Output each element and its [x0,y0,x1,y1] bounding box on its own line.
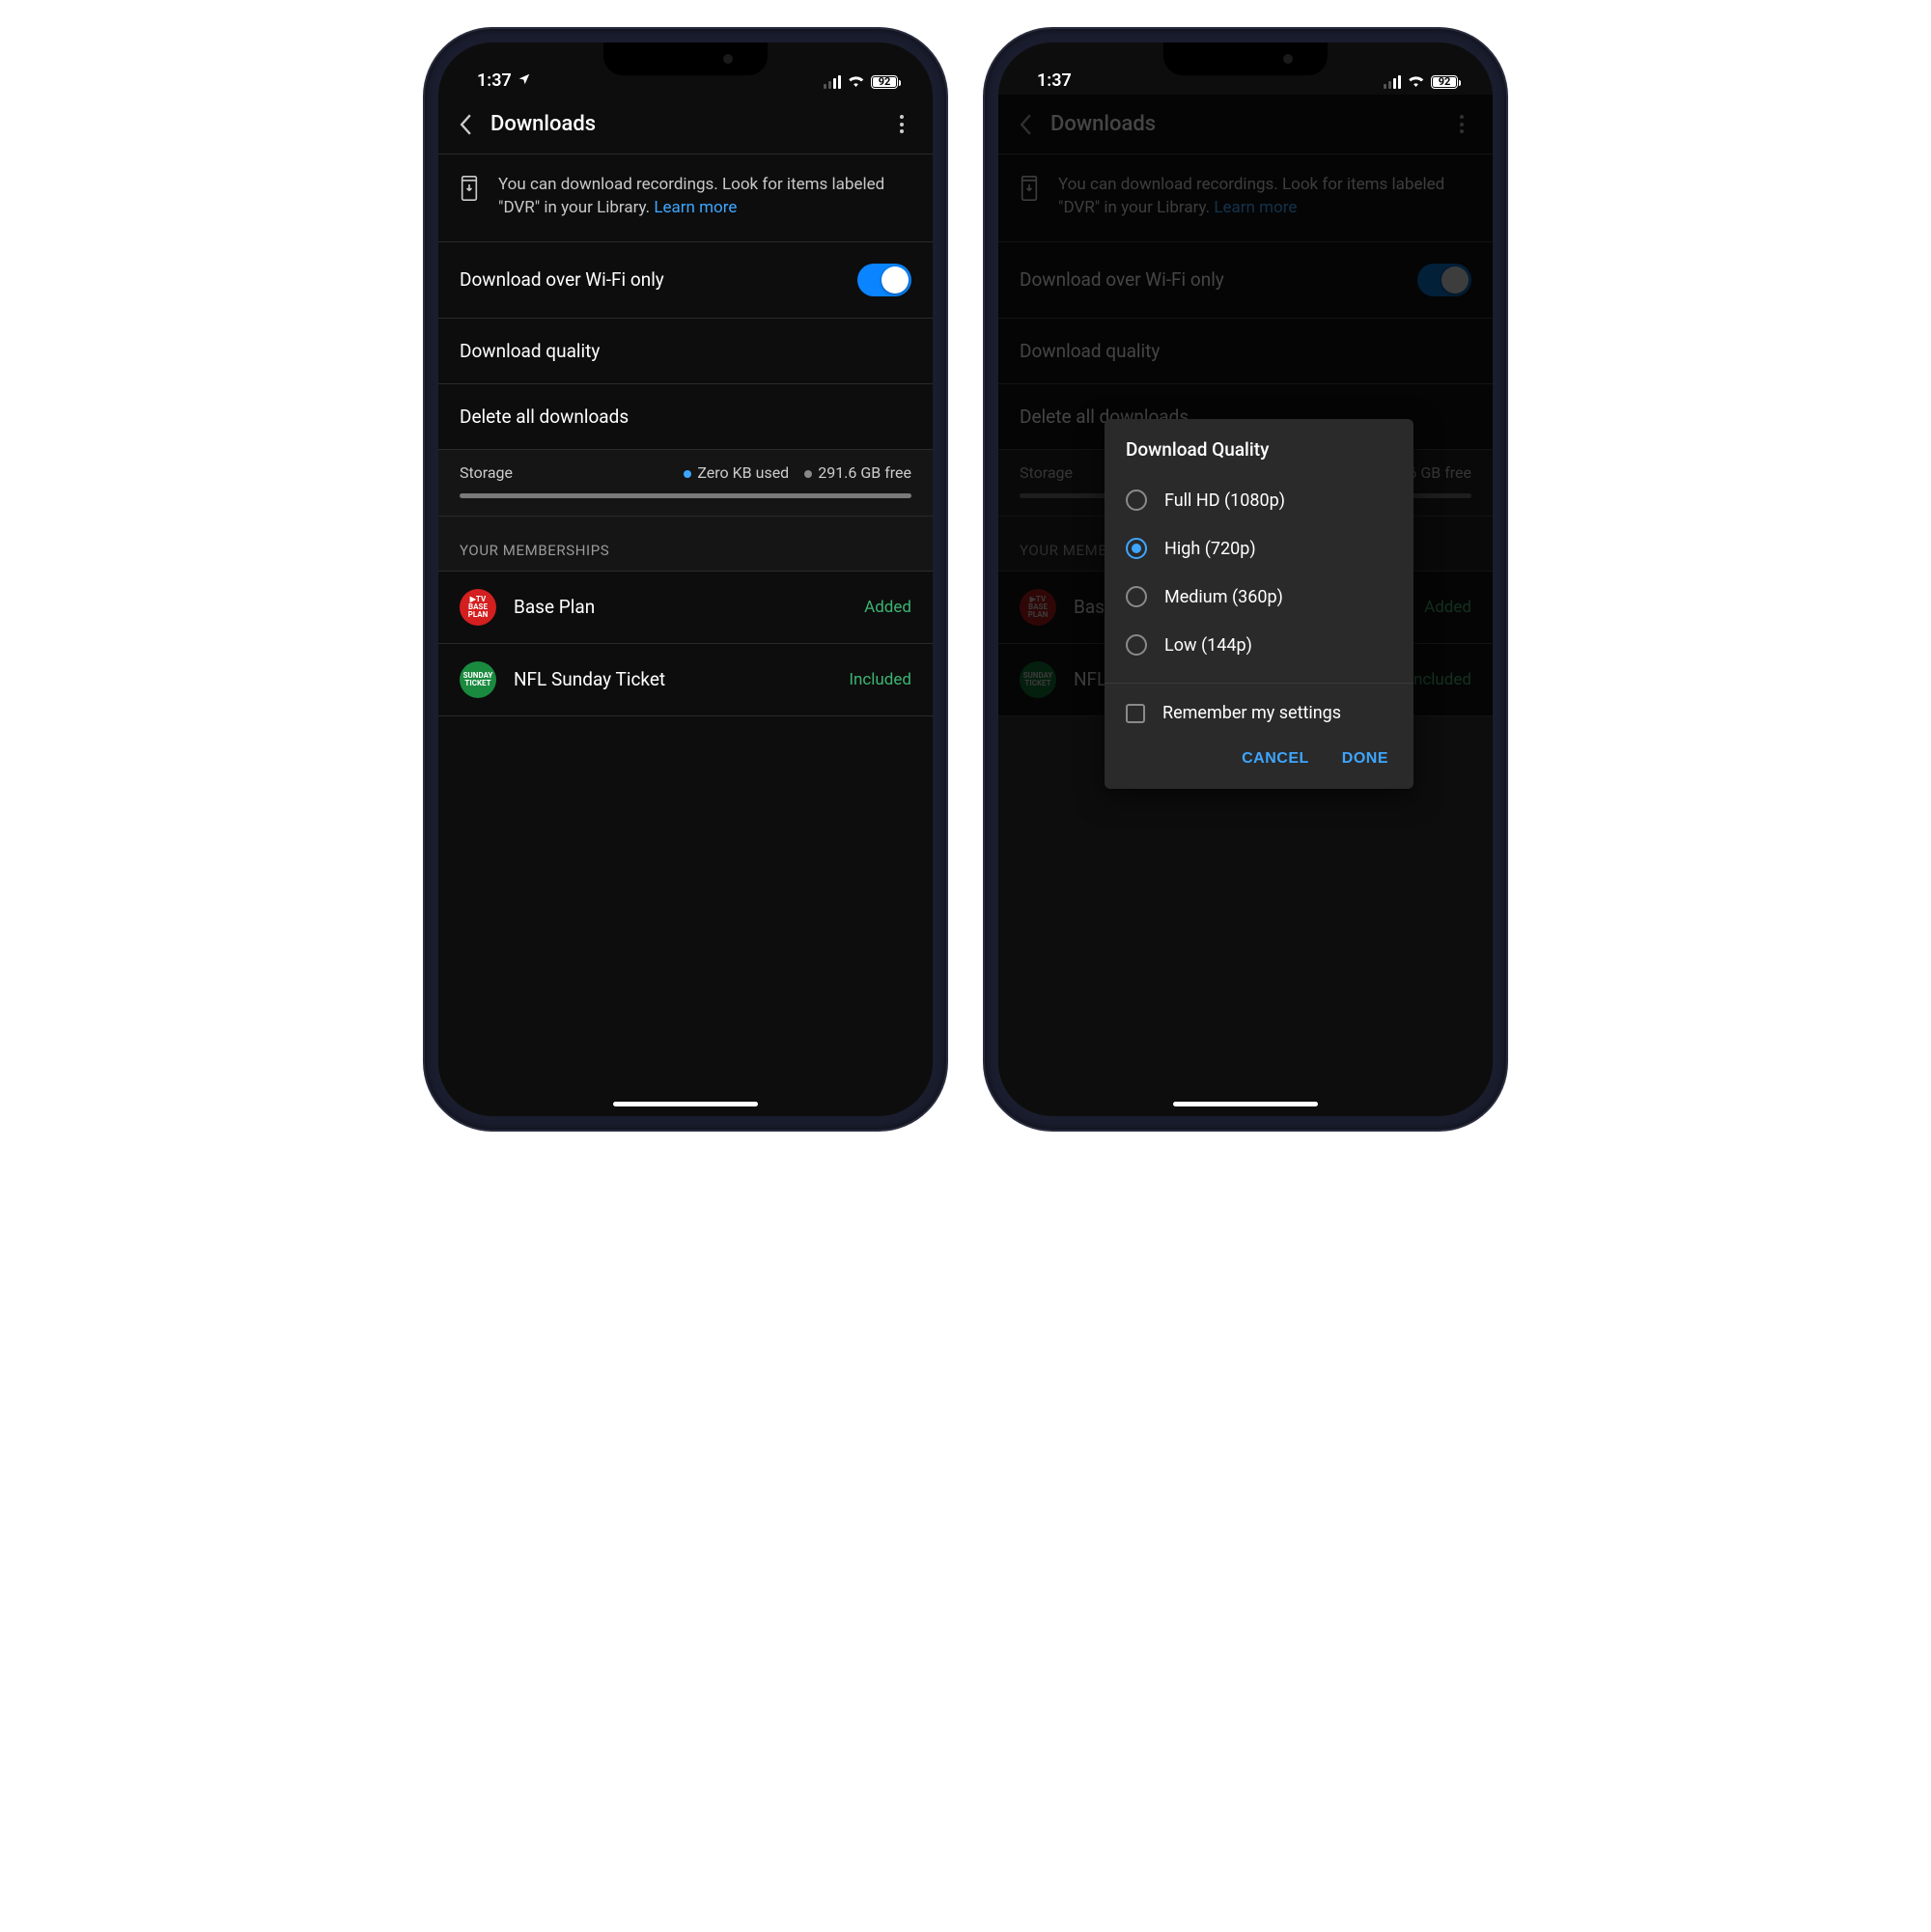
option-label: Medium (360p) [1164,587,1283,607]
dialog-title: Download Quality [1105,419,1413,476]
membership-name: Base Plan [514,596,847,618]
membership-row-base-plan[interactable]: ▶TVBASEPLAN Base Plan Added [438,571,933,644]
delete-all-downloads-row[interactable]: Delete all downloads [438,384,933,450]
wifi-only-row[interactable]: Download over Wi-Fi only [438,242,933,319]
back-button[interactable] [444,103,487,146]
home-indicator[interactable] [1173,1102,1318,1106]
app-header: Downloads [438,95,933,154]
radio-icon [1126,634,1147,656]
storage-block: Storage Zero KB used 291.6 GB free [438,450,933,517]
phone-right: 1:37 92 Downloads [985,29,1506,1130]
storage-used: Zero KB used [684,463,789,482]
download-quality-row[interactable]: Download quality [438,319,933,384]
quality-option-144p[interactable]: Low (144p) [1114,621,1404,669]
option-label: Low (144p) [1164,635,1252,656]
checkbox-icon [1126,704,1145,723]
option-label: High (720p) [1164,539,1256,559]
status-time: 1:37 [477,70,512,91]
battery-icon: 92 [871,75,898,89]
wifi-only-toggle[interactable] [857,264,911,296]
done-button[interactable]: DONE [1342,750,1388,768]
membership-row-sunday-ticket[interactable]: SUNDAYTICKET NFL Sunday Ticket Included [438,644,933,716]
divider [1105,683,1413,684]
overflow-menu-button[interactable] [884,107,919,142]
radio-icon [1126,586,1147,607]
home-indicator[interactable] [613,1102,758,1106]
signal-icon [1384,75,1401,89]
membership-name: NFL Sunday Ticket [514,668,831,690]
yttv-base-plan-icon: ▶TVBASEPLAN [460,589,496,626]
quality-option-360p[interactable]: Medium (360p) [1114,573,1404,621]
wifi-icon [847,72,865,91]
wifi-only-label: Download over Wi-Fi only [460,268,664,291]
info-banner: You can download recordings. Look for it… [438,154,933,242]
status-time: 1:37 [1037,70,1072,91]
page-title: Downloads [490,112,884,136]
download-quality-label: Download quality [460,340,600,362]
storage-label: Storage [460,463,513,482]
storage-free: 291.6 GB free [804,463,911,482]
quality-option-720p[interactable]: High (720p) [1114,524,1404,573]
storage-bar [460,493,911,498]
sunday-ticket-icon: SUNDAYTICKET [460,661,496,698]
notch [603,42,768,75]
phone-left: 1:37 92 Downloads [425,29,946,1130]
wifi-icon [1407,72,1425,91]
remember-settings-row[interactable]: Remember my settings [1105,687,1413,739]
quality-option-1080p[interactable]: Full HD (1080p) [1114,476,1404,524]
download-quality-dialog: Download Quality Full HD (1080p) High (7… [1105,419,1413,789]
radio-icon [1126,538,1147,559]
membership-status: Included [849,670,911,689]
memberships-section-label: YOUR MEMBERSHIPS [438,517,933,571]
location-icon [518,70,531,91]
membership-status: Added [864,598,911,617]
option-label: Full HD (1080p) [1164,490,1285,511]
signal-icon [824,75,841,89]
battery-icon: 92 [1431,75,1458,89]
download-device-icon [460,176,481,220]
delete-all-label: Delete all downloads [460,406,629,428]
learn-more-link[interactable]: Learn more [654,198,737,217]
remember-label: Remember my settings [1162,703,1341,723]
notch [1163,42,1328,75]
radio-icon [1126,490,1147,511]
cancel-button[interactable]: CANCEL [1242,750,1309,768]
